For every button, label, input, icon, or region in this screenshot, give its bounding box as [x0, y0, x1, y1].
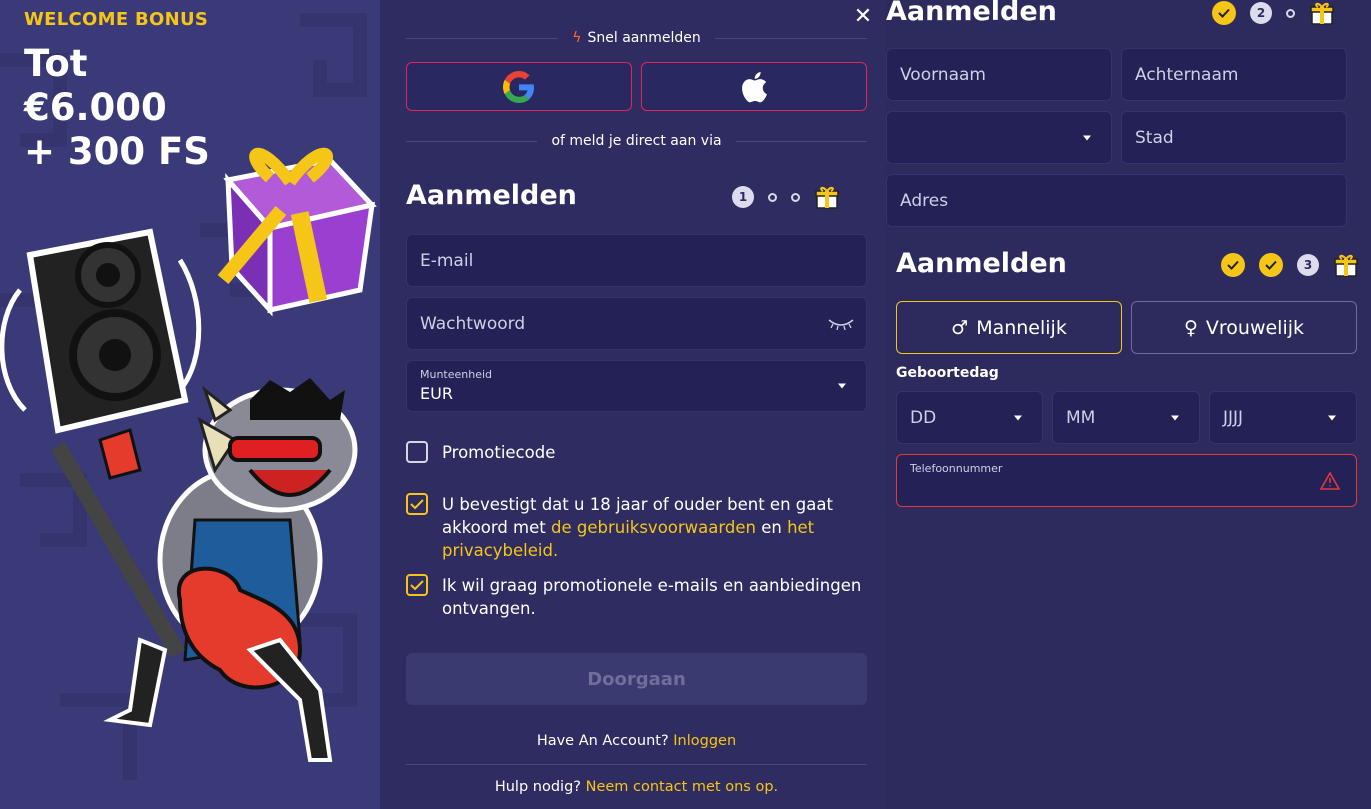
chevron-down-icon [1083, 135, 1091, 140]
quick-signup-label: ϟ Snel aanmelden [558, 30, 715, 46]
gift-icon [1334, 254, 1358, 277]
gift-icon [815, 186, 839, 209]
currency-select[interactable]: Munteenheid EUR [406, 360, 867, 412]
promo-panel: WELCOME BONUS Tot €6.000 + 300 FS [0, 0, 380, 809]
birth-month-select[interactable]: MM [1052, 391, 1200, 444]
apple-signup-button[interactable] [641, 62, 867, 111]
divider-line [406, 37, 559, 39]
male-symbol-icon: ♂ [951, 316, 969, 339]
gender-male-button[interactable]: ♂ Mannelijk [896, 301, 1122, 354]
warning-icon [1320, 472, 1340, 490]
phone-field[interactable]: Telefoonnummer [896, 454, 1357, 507]
phone-label: Telefoonnummer [910, 462, 1003, 475]
terms-checkbox[interactable] [406, 493, 428, 515]
bolt-icon: ϟ [572, 30, 582, 46]
quick-signup-text: Snel aanmelden [587, 30, 701, 46]
chevron-down-icon [1171, 415, 1179, 420]
help-prompt: Hulp nodig? Neem contact met ons op. [406, 779, 867, 795]
gender-female-button[interactable]: ♀ Vrouwelijk [1131, 301, 1357, 354]
promo-code-row[interactable]: Promotiecode [406, 441, 866, 464]
terms-text: U bevestigt dat u 18 jaar of ouder bent … [442, 493, 866, 562]
rhino-guitarist-illustration [51, 378, 358, 762]
gift-icon [1310, 2, 1334, 25]
gender-male-label: Mannelijk [976, 316, 1067, 339]
terms-row: U bevestigt dat u 18 jaar of ouder bent … [406, 493, 866, 562]
eye-closed-icon[interactable] [828, 318, 854, 330]
step-number: 1 [732, 186, 754, 208]
or-divider: of meld je direct aan via [406, 133, 867, 149]
password-field[interactable]: Wachtwoord [406, 297, 867, 350]
gift-box-illustration [217, 147, 377, 317]
close-icon[interactable]: ✕ [852, 6, 874, 28]
login-prompt: Have An Account? Inloggen [406, 733, 867, 749]
month-placeholder: MM [1066, 407, 1096, 428]
footer-divider [406, 764, 867, 765]
step-done-check-icon [1221, 253, 1245, 277]
step3-progress: 3 [1221, 252, 1359, 278]
step-number: 2 [1250, 2, 1272, 24]
step2-progress: 2 [1212, 0, 1335, 26]
marketing-checkbox[interactable] [406, 574, 428, 596]
divider-line [735, 140, 867, 142]
address-placeholder: Adres [900, 190, 949, 211]
birth-year-select[interactable]: JJJJ [1209, 391, 1357, 444]
female-symbol-icon: ♀ [1183, 316, 1198, 339]
birth-day-select[interactable]: DD [896, 391, 1043, 444]
country-select[interactable] [886, 111, 1112, 164]
email-field[interactable]: E-mail [406, 234, 867, 287]
divider-line [406, 140, 538, 142]
help-text: Hulp nodig? [494, 779, 586, 795]
or-label: of meld je direct aan via [551, 133, 722, 149]
continue-button[interactable]: Doorgaan [406, 653, 867, 705]
marketing-row: Ik wil graag promotionele e-mails en aan… [406, 574, 866, 620]
address-field[interactable]: Adres [886, 174, 1347, 227]
password-placeholder: Wachtwoord [420, 313, 526, 334]
last-name-field[interactable]: Achternaam [1121, 48, 1347, 101]
city-field[interactable]: Stad [1121, 111, 1347, 164]
google-icon [503, 70, 534, 103]
step1-heading: Aanmelden [406, 180, 577, 211]
promo-code-label: Promotiecode [442, 443, 556, 462]
gender-female-label: Vrouwelijk [1205, 316, 1305, 339]
day-placeholder: DD [910, 407, 937, 428]
step-number: 3 [1297, 254, 1319, 276]
city-placeholder: Stad [1135, 127, 1174, 148]
quick-signup-divider: ϟ Snel aanmelden [406, 30, 868, 46]
last-name-placeholder: Achternaam [1135, 64, 1239, 85]
email-placeholder: E-mail [420, 250, 474, 271]
currency-label: Munteenheid [420, 368, 493, 381]
step1-progress: 1 [732, 184, 840, 210]
terms-mid: en [755, 518, 788, 537]
year-placeholder: JJJJ [1223, 407, 1244, 428]
apple-icon [742, 71, 767, 102]
chevron-down-icon [1014, 415, 1022, 420]
step-dot [791, 192, 800, 202]
terms-link[interactable]: de gebruiksvoorwaarden [551, 518, 756, 537]
first-name-field[interactable]: Voornaam [886, 48, 1112, 101]
have-account-text: Have An Account? [536, 733, 674, 749]
chevron-down-icon [838, 383, 846, 389]
chevron-down-icon [1328, 415, 1336, 420]
speaker-illustration [0, 228, 202, 434]
step-done-check-icon [1259, 253, 1283, 277]
step-done-check-icon [1212, 1, 1236, 25]
check-icon [410, 580, 424, 591]
marketing-label: Ik wil graag promotionele e-mails en aan… [442, 576, 862, 618]
contact-link[interactable]: Neem contact met ons op. [586, 779, 779, 795]
first-name-placeholder: Voornaam [900, 64, 986, 85]
step-dot [768, 192, 777, 202]
google-signup-button[interactable] [406, 62, 632, 111]
promo-code-checkbox[interactable] [406, 441, 428, 463]
step3-heading: Aanmelden [896, 248, 1067, 279]
check-icon [410, 499, 424, 510]
birthday-label: Geboortedag [896, 365, 999, 381]
login-link[interactable]: Inloggen [673, 733, 736, 749]
mascot-illustration [0, 147, 377, 762]
step-dot [1286, 8, 1295, 18]
step2-heading: Aanmelden [886, 0, 1057, 27]
currency-value: EUR [420, 384, 453, 403]
divider-line [714, 37, 868, 39]
